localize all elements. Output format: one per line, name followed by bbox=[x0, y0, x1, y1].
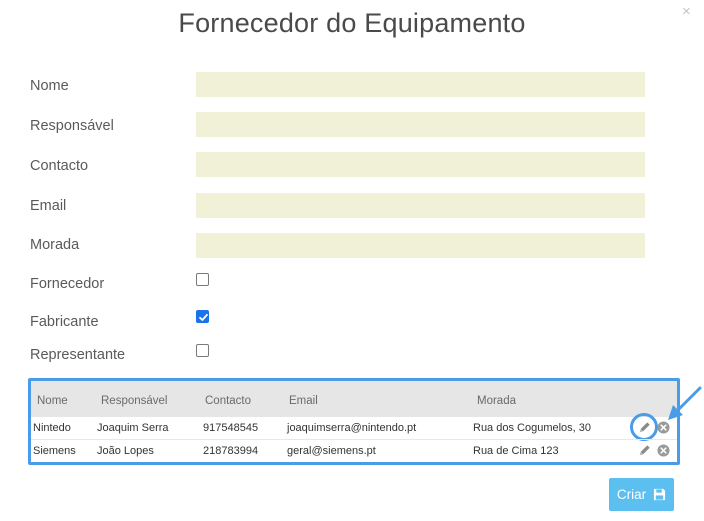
column-header-responsavel[interactable]: Responsável bbox=[101, 395, 167, 407]
column-header-email[interactable]: Email bbox=[289, 395, 318, 407]
fabricante-label: Fabricante bbox=[30, 314, 99, 330]
contacto-label: Contacto bbox=[30, 158, 89, 174]
cell-nome: Siemens bbox=[33, 445, 76, 457]
cell-responsavel: João Lopes bbox=[97, 445, 154, 457]
responsavel-input[interactable] bbox=[196, 112, 645, 137]
cell-email: geral@siemens.pt bbox=[287, 445, 376, 457]
cell-contacto: 218783994 bbox=[203, 445, 259, 457]
column-header-nome[interactable]: Nome bbox=[37, 395, 68, 407]
fabricante-checkbox[interactable] bbox=[196, 310, 209, 323]
cell-nome: Nintedo bbox=[33, 422, 71, 434]
create-button[interactable]: Criar bbox=[609, 478, 674, 511]
fornecedor-checkbox[interactable] bbox=[196, 273, 209, 286]
pencil-icon[interactable] bbox=[637, 420, 652, 435]
dialog-title: Fornecedor do Equipamento bbox=[178, 8, 526, 38]
table-row[interactable]: Nintedo Joaquim Serra 917548545 joaquims… bbox=[31, 413, 677, 441]
cell-responsavel: Joaquim Serra bbox=[97, 422, 169, 434]
table-header: Nome Responsável Contacto Email Morada bbox=[31, 381, 677, 417]
checkmark-icon bbox=[199, 313, 208, 321]
fornecedor-label: Fornecedor bbox=[30, 276, 105, 292]
cell-contacto: 917548545 bbox=[203, 422, 259, 434]
column-header-morada[interactable]: Morada bbox=[477, 395, 516, 407]
nome-input[interactable] bbox=[196, 72, 645, 97]
responsavel-label: Responsável bbox=[30, 118, 114, 134]
suppliers-table: Nome Responsável Contacto Email Morada N… bbox=[28, 378, 680, 465]
floppy-disk-icon bbox=[654, 488, 666, 501]
cell-email: joaquimserra@nintendo.pt bbox=[287, 422, 417, 434]
contacto-input[interactable] bbox=[196, 152, 645, 177]
create-button-label: Criar bbox=[616, 487, 647, 502]
cell-morada: Rua de Cima 123 bbox=[473, 445, 559, 457]
table-row[interactable]: Siemens João Lopes 218783994 geral@sieme… bbox=[31, 439, 677, 461]
nome-label: Nome bbox=[30, 78, 69, 94]
pencil-icon[interactable] bbox=[637, 443, 652, 458]
email-label: Email bbox=[30, 198, 67, 214]
representante-checkbox[interactable] bbox=[196, 344, 209, 357]
circle-x-icon[interactable] bbox=[657, 421, 670, 434]
cell-morada: Rua dos Cogumelos, 30 bbox=[473, 422, 592, 434]
email-input[interactable] bbox=[196, 193, 645, 218]
morada-label: Morada bbox=[30, 237, 80, 253]
morada-input[interactable] bbox=[196, 233, 645, 258]
representante-label: Representante bbox=[30, 347, 126, 363]
column-header-contacto[interactable]: Contacto bbox=[205, 395, 251, 407]
circle-x-icon[interactable] bbox=[657, 444, 670, 457]
